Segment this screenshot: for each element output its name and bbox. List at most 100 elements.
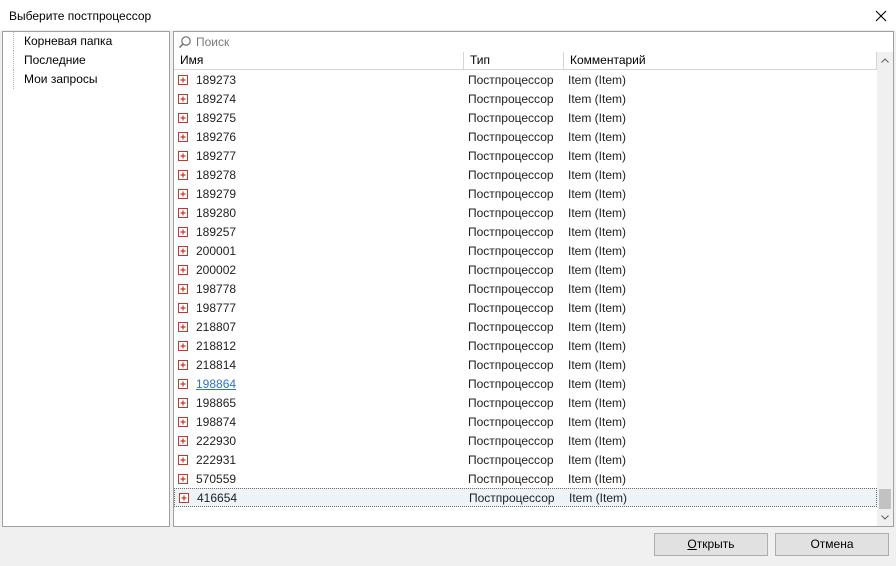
expand-icon[interactable] <box>178 321 188 332</box>
table-row[interactable]: 189275 Постпроцессор Item (Item) <box>174 108 877 127</box>
scroll-down-button[interactable] <box>877 509 893 526</box>
table-row[interactable]: 198777 Постпроцессор Item (Item) <box>174 298 877 317</box>
cell-type: Постпроцессор <box>468 319 554 334</box>
table-row[interactable]: 198778 Постпроцессор Item (Item) <box>174 279 877 298</box>
cell-name: 189257 <box>196 224 237 239</box>
cell-type: Постпроцессор <box>468 167 554 182</box>
tree-item-recent[interactable]: Последние <box>3 51 169 70</box>
expand-icon[interactable] <box>178 473 188 484</box>
close-button[interactable] <box>866 0 896 31</box>
cell-name: 189274 <box>196 91 237 106</box>
table-row[interactable]: 189280 Постпроцессор Item (Item) <box>174 203 877 222</box>
tree-line <box>13 51 21 70</box>
cell-comment: Item (Item) <box>568 281 627 296</box>
expand-icon[interactable] <box>178 93 188 104</box>
cell-name: 416654 <box>197 490 238 505</box>
table-row[interactable]: 198865 Постпроцессор Item (Item) <box>174 393 877 412</box>
table-row[interactable]: 218814 Постпроцессор Item (Item) <box>174 355 877 374</box>
cell-type: Постпроцессор <box>468 395 554 410</box>
expand-icon[interactable] <box>178 359 188 370</box>
cell-comment: Item (Item) <box>568 357 627 372</box>
expand-icon[interactable] <box>178 131 188 142</box>
tree-line <box>13 32 21 51</box>
expand-icon[interactable] <box>178 245 188 256</box>
table-row[interactable]: 189277 Постпроцессор Item (Item) <box>174 146 877 165</box>
tree-item-root-folder[interactable]: Корневая папка <box>3 32 169 51</box>
expand-icon[interactable] <box>178 226 188 237</box>
cell-comment: Item (Item) <box>568 376 627 391</box>
expand-icon[interactable] <box>178 74 188 85</box>
expand-icon[interactable] <box>178 283 188 294</box>
cell-type: Постпроцессор <box>468 338 554 353</box>
cell-comment: Item (Item) <box>568 433 627 448</box>
cell-comment: Item (Item) <box>568 338 627 353</box>
cancel-button-label: Отмена <box>810 537 854 551</box>
expand-icon[interactable] <box>178 378 188 389</box>
scrollbar-thumb[interactable] <box>879 489 891 509</box>
table-row[interactable]: 189276 Постпроцессор Item (Item) <box>174 127 877 146</box>
table-row[interactable]: 189257 Постпроцессор Item (Item) <box>174 222 877 241</box>
cell-name: 218814 <box>196 357 237 372</box>
expand-icon[interactable] <box>178 169 188 180</box>
expand-icon[interactable] <box>178 340 188 351</box>
table-row[interactable]: 189274 Постпроцессор Item (Item) <box>174 89 877 108</box>
table-row[interactable]: 198864 Постпроцессор Item (Item) <box>174 374 877 393</box>
scroll-up-button[interactable] <box>877 52 893 69</box>
cell-name: 570559 <box>196 471 237 486</box>
table-row[interactable]: 218812 Постпроцессор Item (Item) <box>174 336 877 355</box>
open-button-label: ткрыть <box>696 537 735 551</box>
cell-type: Постпроцессор <box>468 186 554 201</box>
tree-item-my-queries[interactable]: Мои запросы <box>3 70 169 89</box>
expand-icon[interactable] <box>178 416 188 427</box>
expand-icon[interactable] <box>178 397 188 408</box>
tree-item-label: Корневая папка <box>24 34 113 48</box>
expand-icon[interactable] <box>178 302 188 313</box>
cell-name: 200001 <box>196 243 237 258</box>
expand-icon[interactable] <box>178 435 188 446</box>
expand-icon[interactable] <box>178 150 188 161</box>
table-row[interactable]: 198874 Постпроцессор Item (Item) <box>174 412 877 431</box>
cell-type: Постпроцессор <box>469 490 555 505</box>
expand-icon[interactable] <box>178 188 188 199</box>
cell-name: 189275 <box>196 110 237 125</box>
table-row[interactable]: 189278 Постпроцессор Item (Item) <box>174 165 877 184</box>
cell-type: Постпроцессор <box>468 110 554 125</box>
chevron-down-icon <box>881 515 889 520</box>
cell-name: 218807 <box>196 319 237 334</box>
cell-name: 189279 <box>196 186 237 201</box>
table-row[interactable]: 189273 Постпроцессор Item (Item) <box>174 70 877 89</box>
table-row[interactable]: 416654 Постпроцессор Item (Item) <box>174 488 877 507</box>
table-row[interactable]: 189279 Постпроцессор Item (Item) <box>174 184 877 203</box>
table-row[interactable]: 218807 Постпроцессор Item (Item) <box>174 317 877 336</box>
cancel-button[interactable]: Отмена <box>775 533 889 556</box>
table-row[interactable]: 570559 Постпроцессор Item (Item) <box>174 469 877 488</box>
table-row[interactable]: 222931 Постпроцессор Item (Item) <box>174 450 877 469</box>
column-header-comment[interactable]: Комментарий <box>564 52 877 70</box>
cell-type: Постпроцессор <box>468 357 554 372</box>
expand-icon[interactable] <box>178 207 188 218</box>
cell-type: Постпроцессор <box>468 376 554 391</box>
cell-name: 222930 <box>196 433 237 448</box>
cell-type: Постпроцессор <box>468 262 554 277</box>
column-header-name[interactable]: Имя <box>174 52 464 70</box>
expand-icon[interactable] <box>178 264 188 275</box>
expand-icon[interactable] <box>178 112 188 123</box>
cell-comment: Item (Item) <box>568 205 627 220</box>
cell-type: Постпроцессор <box>468 471 554 486</box>
cell-name: 189277 <box>196 148 237 163</box>
search-input[interactable] <box>196 33 876 51</box>
table-row[interactable]: 222930 Постпроцессор Item (Item) <box>174 431 877 450</box>
cell-comment: Item (Item) <box>568 300 627 315</box>
open-button-mnemonic: О <box>687 537 697 551</box>
vertical-scrollbar[interactable] <box>877 52 893 526</box>
table-row[interactable]: 200001 Постпроцессор Item (Item) <box>174 241 877 260</box>
cell-type: Постпроцессор <box>468 205 554 220</box>
column-header-type[interactable]: Тип <box>464 52 564 70</box>
table-row[interactable]: 200002 Постпроцессор Item (Item) <box>174 260 877 279</box>
close-icon <box>875 10 887 21</box>
expand-icon[interactable] <box>179 492 189 503</box>
cell-comment: Item (Item) <box>568 243 627 258</box>
open-button[interactable]: Открыть <box>654 533 768 556</box>
cell-name: 198777 <box>196 300 237 315</box>
expand-icon[interactable] <box>178 454 188 465</box>
